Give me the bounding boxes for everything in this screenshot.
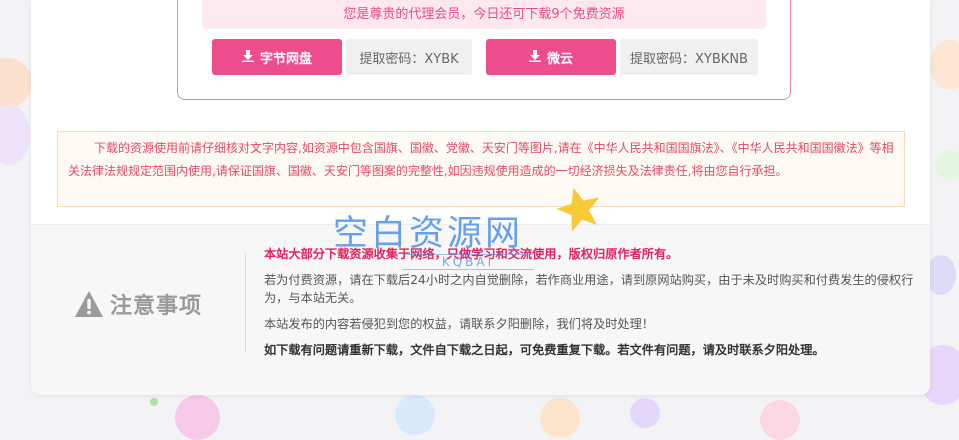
bg-bubble <box>926 255 956 295</box>
download-button-label: 微云 <box>546 51 573 67</box>
bg-bubble <box>395 395 435 435</box>
notice-line-copyright: 本站大部分下载资源收集于网络，只做学习和交流使用，版权归原作者所有。 <box>264 247 679 261</box>
download-button-label: 字节网盘 <box>259 51 312 67</box>
notice-line-paid: 若为付费资源，请在下载后24小时之内自觉删除，若作商业用途，请到原网站购买，由于… <box>264 273 914 305</box>
download-icon <box>241 49 254 65</box>
usage-disclaimer: 下载的资源使用前请仔细核对文字内容,如资源中包含国旗、国徽、党徽、天安门等图片,… <box>57 131 905 207</box>
content-card: 您是尊贵的代理会员，今日还可下载9个免费资源 字节网盘 提取密码：XYBK 微云… <box>31 0 930 395</box>
bg-bubble <box>150 398 158 406</box>
bg-bubble <box>630 398 660 428</box>
bg-bubble <box>175 395 220 440</box>
divider <box>245 253 246 353</box>
notice-body: 本站大部分下载资源收集于网络，只做学习和交流使用，版权归原作者所有。 若为付费资… <box>264 245 914 367</box>
warning-icon <box>75 291 103 317</box>
bg-bubble <box>930 40 959 90</box>
notice-line-redownload: 如下载有问题请重新下载，文件自下载之日起，可免费重复下载。若文件有问题，请及时联… <box>264 343 825 357</box>
extract-password: 提取密码：XYBKNB <box>620 39 758 75</box>
bg-bubble <box>0 58 32 108</box>
bg-bubble <box>935 150 959 180</box>
notice-title: 注意事项 <box>110 294 203 319</box>
bg-bubble <box>540 398 580 438</box>
extract-password: 提取密码：XYBK <box>346 39 472 75</box>
notice-line-infringement: 本站发布的内容若侵犯到您的权益，请联系夕阳删除，我们将及时处理！ <box>264 317 654 331</box>
bg-bubble <box>0 105 30 165</box>
member-notice: 您是尊贵的代理会员，今日还可下载9个免费资源 <box>202 0 766 29</box>
bg-bubble <box>760 400 800 440</box>
download-icon <box>528 49 541 65</box>
download-box: 您是尊贵的代理会员，今日还可下载9个免费资源 字节网盘 提取密码：XYBK 微云… <box>177 0 791 100</box>
notice-heading: 注意事项 <box>74 286 202 322</box>
notice-section: 注意事项 本站大部分下载资源收集于网络，只做学习和交流使用，版权归原作者所有。 … <box>31 224 930 395</box>
download-button-bytedance-drive[interactable]: 字节网盘 <box>212 39 342 75</box>
download-button-weiyun[interactable]: 微云 <box>486 39 616 75</box>
